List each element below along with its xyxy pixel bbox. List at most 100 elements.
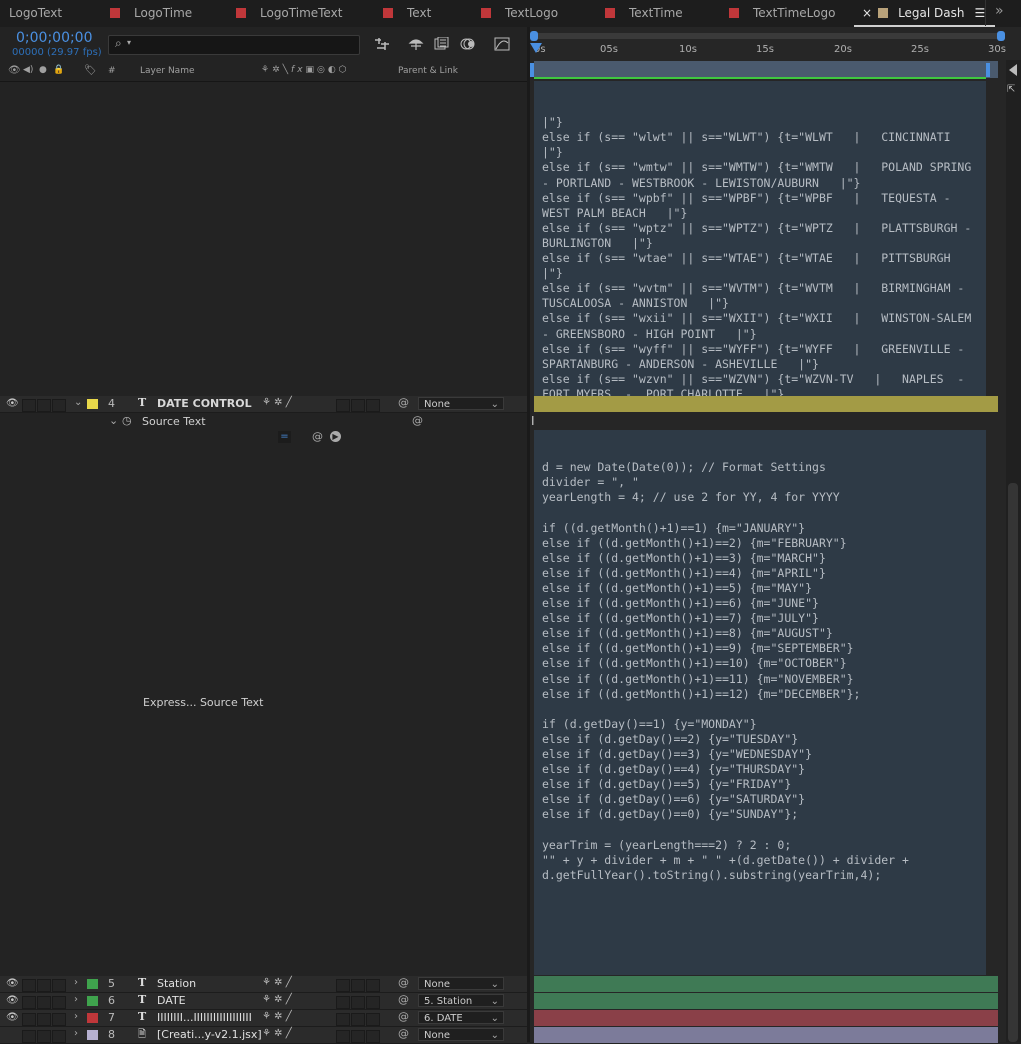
switch-toggle[interactable] bbox=[351, 1013, 365, 1026]
layer-switches[interactable]: ⚘ ✲ ╱ bbox=[262, 1028, 292, 1039]
audio-toggle[interactable] bbox=[22, 996, 36, 1009]
layer-name[interactable]: [Creati...y-v2.1.jsx] bbox=[157, 1028, 262, 1041]
layer-name[interactable]: Station bbox=[157, 977, 196, 990]
layer-search-input[interactable]: ⌕ ▾ bbox=[108, 35, 360, 55]
chevron-right-icon[interactable]: › bbox=[74, 1028, 78, 1039]
layer-row[interactable]: › 8 🗎 [Creati...y-v2.1.jsx] ⚘ ✲ ╱ @ None ⌄ bbox=[0, 1027, 527, 1044]
solo-toggle[interactable] bbox=[37, 399, 51, 412]
layer-row[interactable]: 👁 › 6 T DATE ⚘ ✲ ╱ @5. Station ⌄ bbox=[0, 993, 527, 1010]
playhead-icon[interactable] bbox=[530, 43, 542, 53]
pickwhip-icon[interactable]: @ bbox=[398, 1027, 409, 1040]
layer-duration-bar[interactable] bbox=[534, 1027, 998, 1043]
pickwhip-icon[interactable]: @ bbox=[398, 1010, 409, 1023]
solo-toggle[interactable] bbox=[37, 996, 51, 1009]
search-dropdown-icon[interactable]: ▾ bbox=[127, 38, 131, 47]
lock-toggle[interactable] bbox=[52, 399, 66, 412]
tab-logotimetext[interactable]: LogoTimeText bbox=[236, 0, 342, 27]
scroll-up-icon[interactable] bbox=[1009, 64, 1017, 76]
track-in-point[interactable] bbox=[530, 63, 534, 77]
tab-texttimelogo[interactable]: TextTimeLogo bbox=[729, 0, 835, 27]
parent-dropdown[interactable]: None ⌄ bbox=[418, 397, 504, 410]
layer-track-bar[interactable] bbox=[534, 61, 998, 78]
eye-icon[interactable]: 👁 bbox=[6, 978, 20, 990]
parent-link-header[interactable]: Parent & Link bbox=[398, 66, 458, 76]
lock-column-icon[interactable]: 🔒 bbox=[53, 65, 64, 75]
time-ruler[interactable]: 0s 05s 10s 15s 20s 25s 30s bbox=[530, 30, 1006, 60]
comp-marker-icon[interactable]: ⇱ bbox=[1007, 84, 1015, 95]
switch-toggle[interactable] bbox=[336, 996, 350, 1009]
switch-toggle[interactable] bbox=[366, 399, 380, 412]
switch-toggle[interactable] bbox=[366, 1013, 380, 1026]
label-color-swatch[interactable] bbox=[87, 996, 98, 1006]
eye-icon[interactable]: 👁 bbox=[6, 995, 20, 1007]
tab-textlogo[interactable]: TextLogo bbox=[481, 0, 558, 27]
switch-toggle[interactable] bbox=[366, 996, 380, 1009]
tab-logotime[interactable]: LogoTime bbox=[110, 0, 192, 27]
lock-toggle[interactable] bbox=[52, 979, 66, 992]
layer-switches[interactable]: ⚘ ✲ ╱ bbox=[262, 397, 292, 408]
tab-overflow-icon[interactable]: » bbox=[995, 3, 1004, 19]
graph-editor-icon[interactable] bbox=[494, 36, 510, 51]
expression-enable-toggle[interactable]: = bbox=[278, 431, 291, 443]
composition-flowchart-icon[interactable] bbox=[374, 36, 390, 50]
motion-blur-icon[interactable] bbox=[460, 36, 476, 50]
label-color-swatch[interactable] bbox=[87, 979, 98, 989]
switch-toggle[interactable] bbox=[351, 979, 365, 992]
property-row-source-text[interactable]: ⌄ ◷ Source Text @ bbox=[0, 413, 527, 430]
layer-duration-bar[interactable] bbox=[534, 1010, 998, 1026]
eye-icon[interactable]: 👁 bbox=[6, 398, 20, 410]
frame-blending-icon[interactable] bbox=[434, 36, 450, 50]
pickwhip-icon[interactable]: @ bbox=[398, 993, 409, 1006]
layer-row-date-control[interactable]: 👁 ⌄ 4 T DATE CONTROL ⚘ ✲ ╱ @ None ⌄ bbox=[0, 396, 527, 413]
chevron-down-icon[interactable]: ⌄ bbox=[109, 414, 118, 427]
pickwhip-icon[interactable]: @ bbox=[398, 976, 409, 989]
lock-toggle[interactable] bbox=[52, 1030, 66, 1043]
switch-toggle[interactable] bbox=[336, 979, 350, 992]
expression-editor-upper[interactable]: |"} else if (s== "wlwt" || s=="WLWT") {t=… bbox=[534, 81, 986, 396]
parent-dropdown[interactable]: None ⌄ bbox=[418, 977, 504, 990]
stopwatch-icon[interactable]: ◷ bbox=[122, 414, 132, 427]
layer-switches[interactable]: ⚘ ✲ ╱ bbox=[262, 1011, 292, 1022]
current-time-display[interactable]: 0;00;00;00 bbox=[16, 30, 93, 46]
layer-switches[interactable]: ⚘ ✲ ╱ bbox=[262, 994, 292, 1005]
solo-toggle[interactable] bbox=[37, 1013, 51, 1026]
parent-dropdown[interactable]: 5. Station ⌄ bbox=[418, 994, 504, 1007]
audio-toggle[interactable] bbox=[22, 1030, 36, 1043]
eye-icon[interactable] bbox=[6, 1029, 20, 1041]
audio-toggle[interactable] bbox=[22, 1013, 36, 1026]
layer-row[interactable]: 👁 › 5 T Station ⚘ ✲ ╱ @ None ⌄ bbox=[0, 976, 527, 993]
label-color-swatch[interactable] bbox=[87, 1013, 98, 1023]
eye-icon[interactable]: 👁 bbox=[6, 1012, 20, 1024]
audio-column-icon[interactable]: ◀) bbox=[23, 65, 33, 75]
switch-toggle[interactable] bbox=[336, 1030, 350, 1043]
label-column-icon[interactable]: 🏷 bbox=[84, 65, 97, 76]
expression-pickwhip-icon[interactable]: @ bbox=[312, 430, 323, 443]
track-out-point[interactable] bbox=[986, 63, 990, 77]
shy-layers-icon[interactable] bbox=[408, 36, 424, 50]
visibility-column-icon[interactable]: 👁 bbox=[8, 65, 21, 76]
switch-toggle[interactable] bbox=[336, 1013, 350, 1026]
switch-toggle[interactable] bbox=[366, 1030, 380, 1043]
layer-name-header[interactable]: Layer Name bbox=[140, 66, 195, 76]
pickwhip-icon[interactable]: @ bbox=[398, 396, 409, 409]
label-color-swatch[interactable] bbox=[87, 399, 98, 409]
chevron-right-icon[interactable]: › bbox=[74, 994, 78, 1005]
solo-toggle[interactable] bbox=[37, 979, 51, 992]
tab-legal-dash[interactable]: × Legal Dash ☰ bbox=[853, 0, 996, 27]
pickwhip-icon[interactable]: @ bbox=[412, 414, 423, 427]
audio-toggle[interactable] bbox=[22, 979, 36, 992]
label-color-swatch[interactable] bbox=[87, 1030, 98, 1040]
audio-toggle[interactable] bbox=[22, 399, 36, 412]
parent-dropdown[interactable]: None ⌄ bbox=[418, 1028, 504, 1041]
layer-duration-bar[interactable] bbox=[534, 396, 998, 412]
scrollbar-thumb[interactable] bbox=[1008, 483, 1018, 1042]
switch-toggle[interactable] bbox=[351, 1030, 365, 1043]
tab-text[interactable]: Text bbox=[383, 0, 431, 27]
chevron-right-icon[interactable]: › bbox=[74, 977, 78, 988]
layer-name[interactable]: DATE CONTROL bbox=[157, 397, 252, 410]
chevron-down-icon[interactable]: ⌄ bbox=[74, 397, 82, 408]
layer-row[interactable]: 👁 › 7 T IIIIIIII...IIIIIIIIIIIIIIIIII ⚘ ✲ ╱ @6… bbox=[0, 1010, 527, 1027]
lock-toggle[interactable] bbox=[52, 996, 66, 1009]
close-icon[interactable]: × bbox=[862, 6, 872, 20]
lock-toggle[interactable] bbox=[52, 1013, 66, 1026]
